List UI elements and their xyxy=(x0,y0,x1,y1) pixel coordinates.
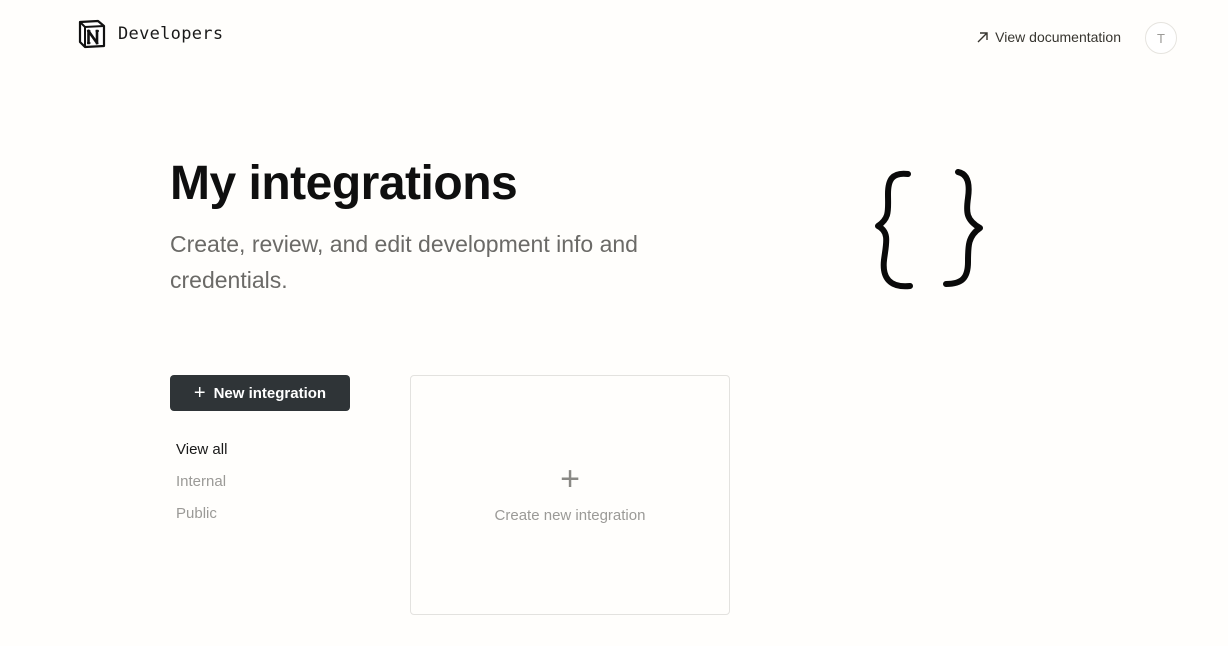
filter-public[interactable]: Public xyxy=(176,502,227,534)
notion-logo-icon xyxy=(78,19,106,49)
create-new-integration-card[interactable]: + Create new integration xyxy=(410,375,730,615)
filter-internal[interactable]: Internal xyxy=(176,470,227,502)
view-documentation-label: View documentation xyxy=(995,29,1121,45)
page-subtitle: Create, review, and edit development inf… xyxy=(170,231,638,293)
plus-icon: + xyxy=(560,460,580,498)
plus-icon: + xyxy=(193,382,206,404)
brand[interactable]: Developers xyxy=(77,19,223,49)
create-new-integration-label: Create new integration xyxy=(494,507,646,524)
curly-braces-icon xyxy=(875,169,983,290)
integration-filters: View all Internal Public xyxy=(176,438,227,534)
new-integration-label: New integration xyxy=(213,384,327,402)
filter-view-all[interactable]: View all xyxy=(176,438,227,470)
page-title: My integrations xyxy=(170,157,518,210)
user-avatar[interactable]: T xyxy=(1145,22,1177,54)
top-bar: Developers View documentation T xyxy=(0,0,1228,76)
view-documentation-link[interactable]: View documentation xyxy=(976,29,1121,45)
new-integration-button[interactable]: + New integration xyxy=(170,375,350,411)
arrow-up-right-icon xyxy=(977,31,988,42)
brand-name: Developers xyxy=(118,24,224,44)
